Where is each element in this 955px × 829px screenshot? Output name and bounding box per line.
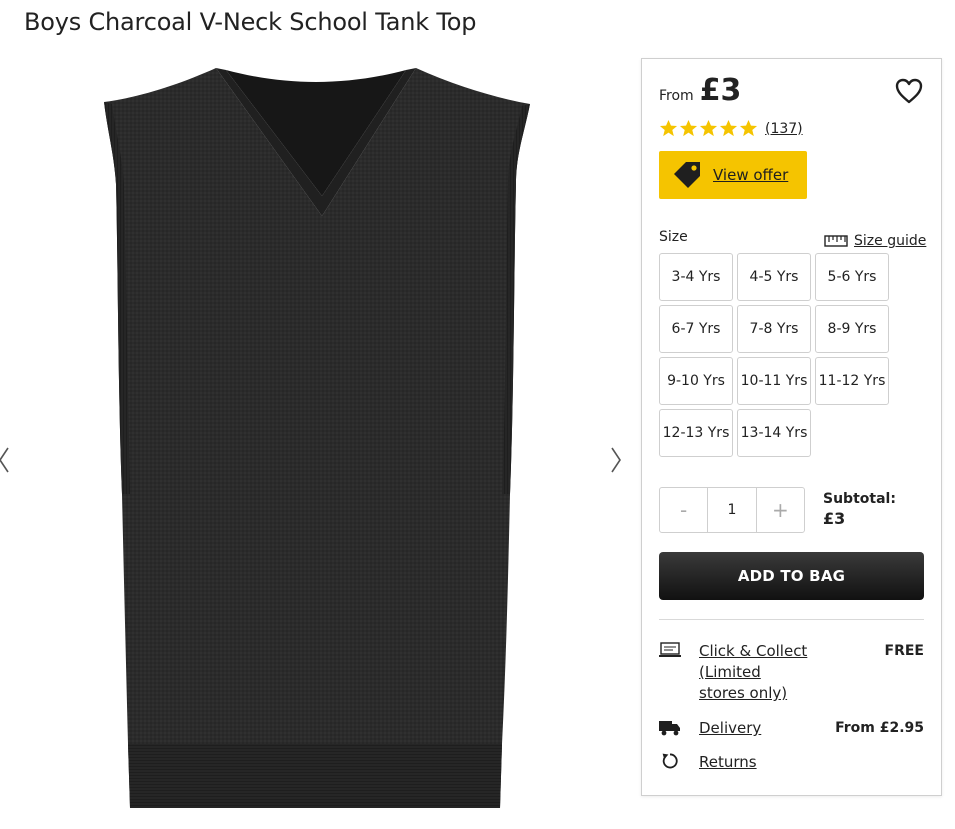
truck-icon <box>659 721 680 736</box>
size-label: Size <box>659 229 688 245</box>
size-option[interactable]: 12-13 Yrs <box>659 409 733 457</box>
click-collect-cost: FREE <box>884 643 924 659</box>
star-icon <box>659 119 678 137</box>
size-option[interactable]: 7-8 Yrs <box>737 305 811 353</box>
size-option[interactable]: 10-11 Yrs <box>737 357 811 405</box>
delivery-cost: From £2.95 <box>835 720 924 736</box>
size-option[interactable]: 6-7 Yrs <box>659 305 733 353</box>
rating: (137) <box>659 119 803 138</box>
price-value: £3 <box>699 73 742 108</box>
product-image <box>104 68 530 808</box>
decrease-quantity-button[interactable]: - <box>660 488 707 532</box>
tag-icon <box>674 162 700 188</box>
delivery-row: Delivery From £2.95 <box>659 718 924 739</box>
quantity-input[interactable]: 1 <box>707 488 757 532</box>
purchase-panel: From £3 (137) View offer Size Size guide <box>641 58 942 796</box>
click-collect-row: Click & Collect (Limited stores only) FR… <box>659 641 924 704</box>
returns-icon <box>662 753 678 769</box>
quantity-stepper: - 1 + <box>659 487 805 533</box>
heart-icon[interactable] <box>893 75 925 107</box>
returns-link[interactable]: Returns <box>699 752 809 773</box>
size-option[interactable]: 11-12 Yrs <box>815 357 889 405</box>
star-icon <box>679 119 698 137</box>
size-guide-label: Size guide <box>854 233 927 249</box>
click-collect-icon <box>659 642 681 657</box>
subtotal-label: Subtotal: <box>823 491 896 507</box>
chevron-left-icon[interactable] <box>0 442 16 478</box>
size-option[interactable]: 13-14 Yrs <box>737 409 811 457</box>
returns-row: Returns <box>659 752 924 773</box>
price-from-label: From <box>659 88 694 104</box>
view-offer-button[interactable]: View offer <box>659 151 807 199</box>
size-option[interactable]: 9-10 Yrs <box>659 357 733 405</box>
subtotal: Subtotal: £3 <box>823 491 896 528</box>
product-gallery <box>0 50 640 829</box>
increase-quantity-button[interactable]: + <box>757 488 804 532</box>
add-to-bag-button[interactable]: ADD TO BAG <box>659 552 924 600</box>
size-option[interactable]: 4-5 Yrs <box>737 253 811 301</box>
price: From £3 <box>659 73 741 108</box>
delivery-link[interactable]: Delivery <box>699 718 809 739</box>
star-icon <box>719 119 738 137</box>
size-option[interactable]: 5-6 Yrs <box>815 253 889 301</box>
subtotal-value: £3 <box>823 509 846 528</box>
size-options: 3-4 Yrs 4-5 Yrs 5-6 Yrs 6-7 Yrs 7-8 Yrs … <box>659 253 899 457</box>
size-option[interactable]: 3-4 Yrs <box>659 253 733 301</box>
view-offer-label: View offer <box>713 166 789 184</box>
chevron-right-icon[interactable] <box>606 442 626 478</box>
star-icon <box>739 119 758 137</box>
click-collect-link[interactable]: Click & Collect (Limited stores only) <box>699 641 809 704</box>
ruler-icon <box>824 235 848 247</box>
size-option[interactable]: 8-9 Yrs <box>815 305 889 353</box>
reviews-link[interactable]: (137) <box>765 121 803 137</box>
star-icon <box>699 119 718 137</box>
divider <box>659 619 924 620</box>
page-title: Boys Charcoal V-Neck School Tank Top <box>24 8 477 36</box>
size-guide-link[interactable]: Size guide <box>824 233 926 249</box>
